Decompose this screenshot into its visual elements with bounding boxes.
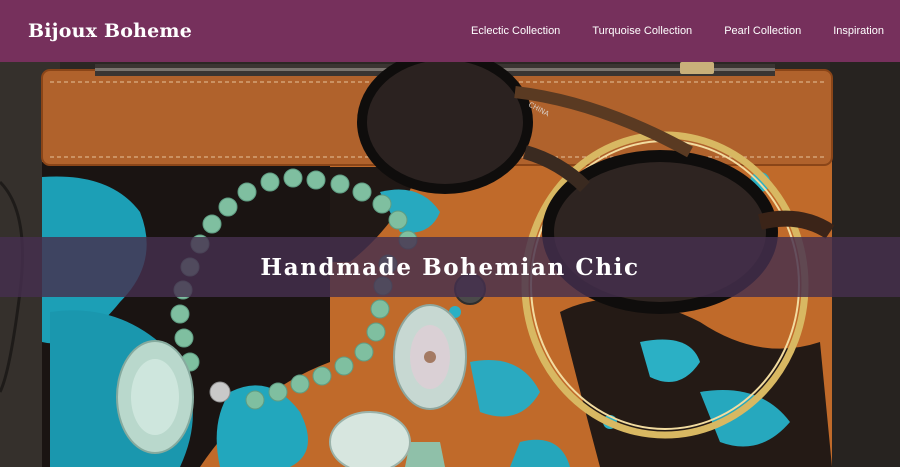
- top-navbar: Bijoux Boheme Eclectic Collection Turquo…: [0, 0, 900, 62]
- nav-eclectic-collection[interactable]: Eclectic Collection: [471, 25, 560, 37]
- hero-section: CHINA Handmade Bohemian Chic: [0, 62, 900, 467]
- tagline-banner: Handmade Bohemian Chic: [0, 237, 900, 297]
- nav-inspiration[interactable]: Inspiration: [833, 25, 884, 37]
- nav-pearl-collection[interactable]: Pearl Collection: [724, 25, 801, 37]
- nav-turquoise-collection[interactable]: Turquoise Collection: [592, 25, 692, 37]
- main-nav: Eclectic Collection Turquoise Collection…: [439, 25, 884, 37]
- hero-tagline: Handmade Bohemian Chic: [260, 253, 640, 281]
- brand-logo-link[interactable]: Bijoux Boheme: [28, 20, 192, 42]
